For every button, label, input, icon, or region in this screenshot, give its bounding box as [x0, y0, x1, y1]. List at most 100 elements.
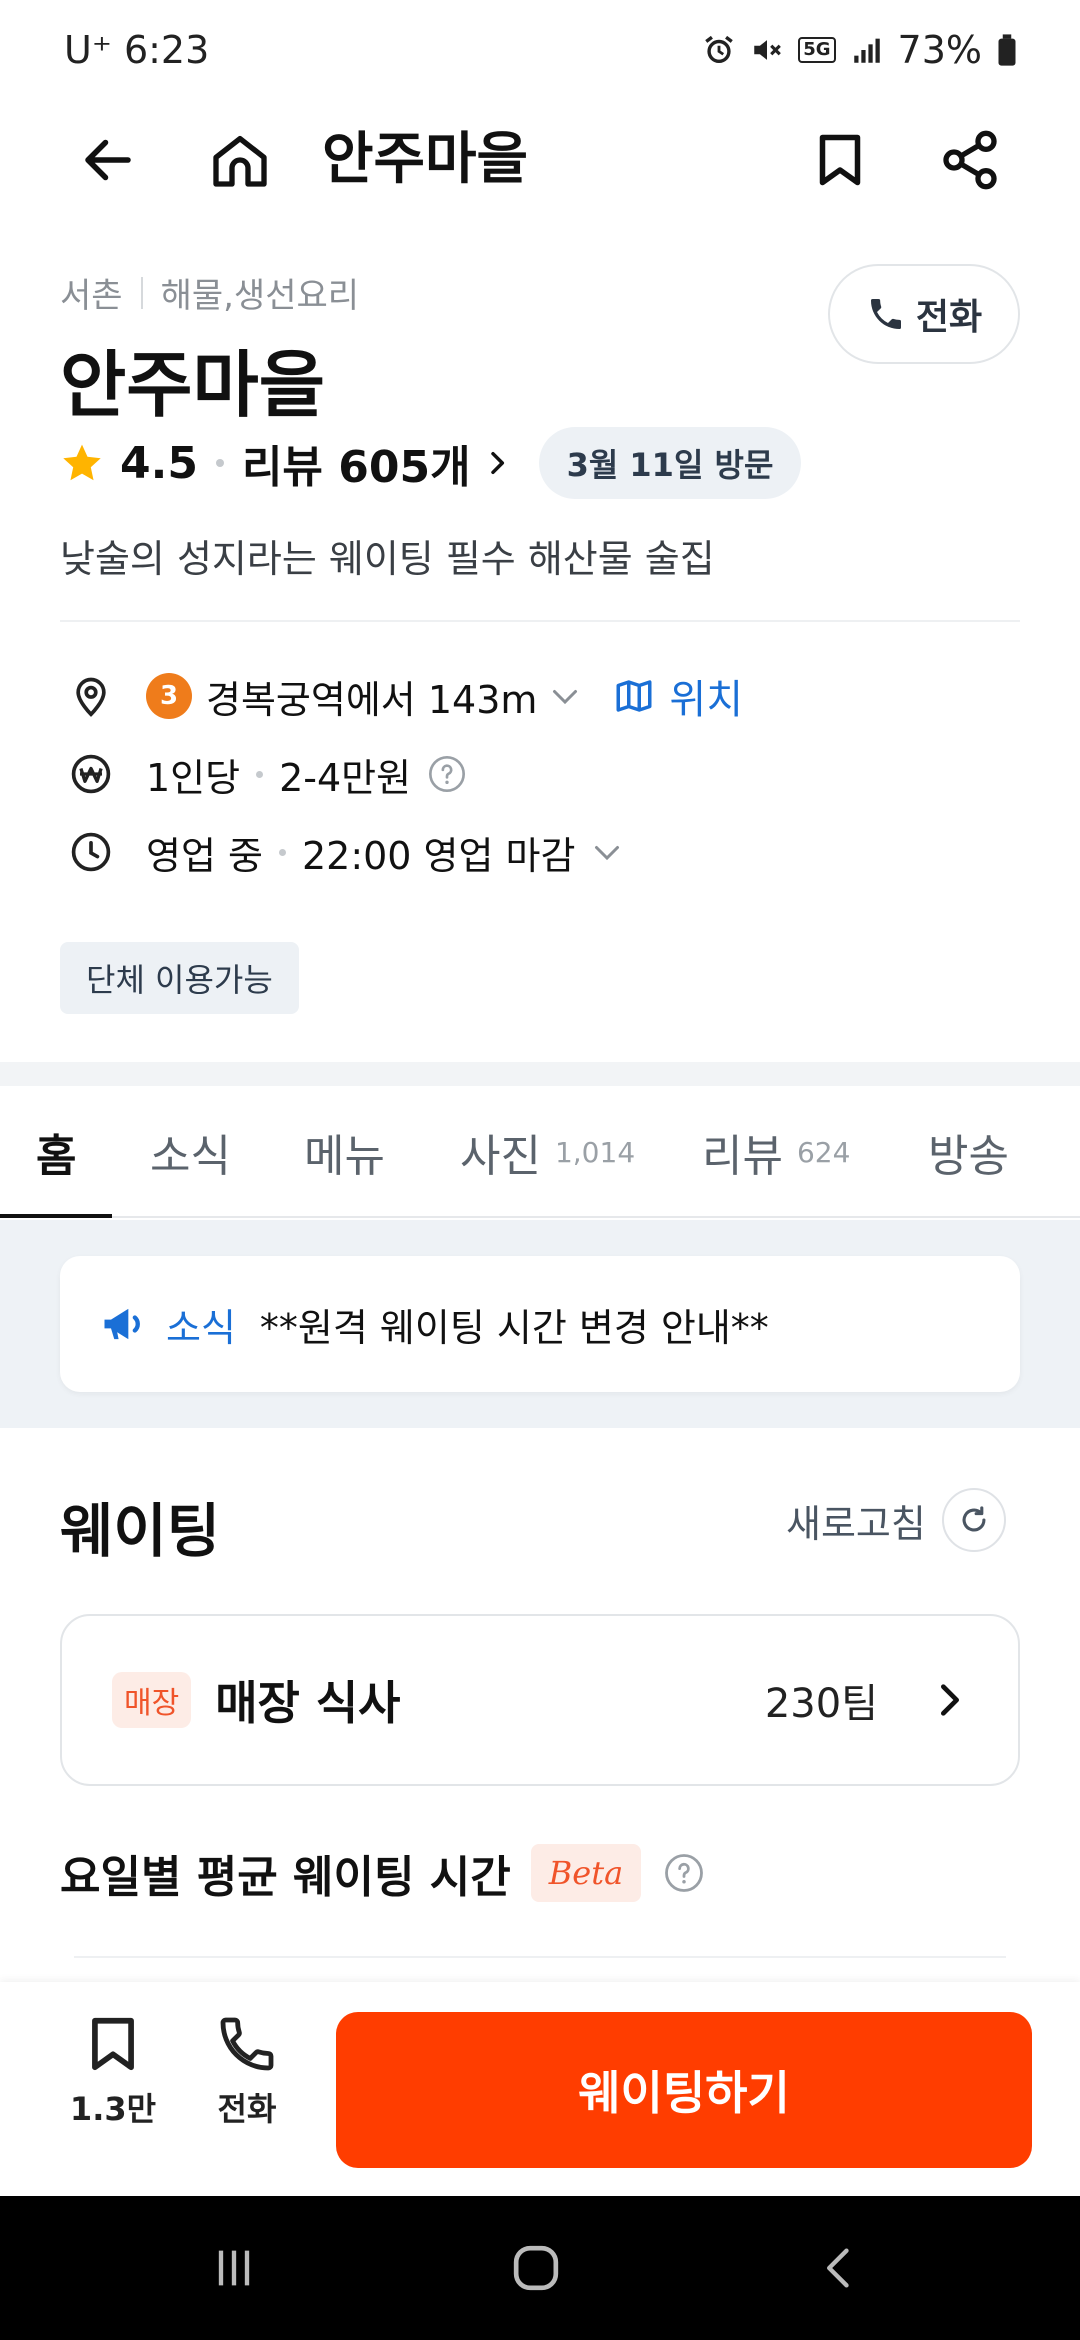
clock-icon	[64, 825, 118, 879]
home-icon	[213, 136, 267, 187]
location-link-label: 위치	[669, 677, 743, 723]
divider	[74, 1956, 1006, 1958]
price-prefix: 1인당	[146, 755, 241, 800]
location-row[interactable]: 3 경복궁역에서 143m 위치	[64, 664, 743, 728]
tab-label: 방송	[928, 1131, 1009, 1182]
bottom-bookmark-button[interactable]: 1.3만	[58, 2010, 168, 2130]
system-nav-bar	[0, 2196, 1080, 2340]
map-pin-icon	[64, 669, 118, 723]
bottom-call-label: 전화	[217, 2090, 277, 2128]
tab-label: 리뷰	[702, 1131, 783, 1182]
beta-badge: Beta	[530, 1844, 642, 1902]
rating-row: 4.5 리뷰 605개 3월 11일 방문	[60, 427, 802, 499]
call-button[interactable]: 전화	[828, 264, 1020, 364]
battery-text: 73%	[897, 28, 982, 72]
section-gap	[0, 1062, 1080, 1086]
recent-apps-icon	[218, 2250, 250, 2286]
waiting-cta-button[interactable]: 웨이팅하기	[336, 2012, 1032, 2168]
bookmark-button[interactable]	[804, 124, 876, 196]
alarm-icon	[702, 33, 736, 67]
status-icons: 5G 73%	[702, 28, 1018, 72]
tab-photos[interactable]: 사진 1,014	[460, 1086, 635, 1218]
home-button[interactable]	[204, 124, 276, 196]
category-label: 해물,생선요리	[160, 276, 360, 316]
refresh-label: 새로고침	[786, 1501, 926, 1546]
tab-reviews[interactable]: 리뷰 624	[702, 1086, 850, 1218]
phone-icon	[220, 2017, 274, 2071]
subway-distance: 경복궁역에서 143m	[206, 677, 538, 722]
share-button[interactable]	[934, 124, 1006, 196]
back-arrow-icon	[85, 139, 131, 181]
bottom-call-button[interactable]: 전화	[192, 2010, 302, 2130]
bottom-action-bar: 1.3만 전화 웨이팅하기	[0, 1982, 1080, 2196]
tab-label: 홈	[36, 1131, 77, 1182]
avg-waiting-row: 요일별 평균 웨이팅 시간 Beta	[60, 1838, 705, 1908]
news-text: **원격 웨이팅 시간 변경 안내**	[259, 1305, 769, 1350]
call-button-label: 전화	[915, 297, 983, 338]
map-icon	[616, 680, 652, 712]
rating-value: 4.5	[120, 437, 198, 489]
group-chip: 단체 이용가능	[60, 942, 299, 1014]
category-separator	[140, 276, 143, 309]
active-tab-indicator	[0, 1214, 112, 1218]
back-nav-icon	[827, 2248, 849, 2288]
page-title: 안주마을	[322, 127, 529, 192]
review-link[interactable]: 리뷰 605개	[242, 431, 513, 495]
phone-icon	[870, 299, 901, 329]
5g-icon: 5G	[798, 37, 836, 63]
back-button[interactable]	[72, 124, 144, 196]
home-nav-button[interactable]	[504, 2236, 568, 2300]
tab-label: 메뉴	[304, 1131, 385, 1182]
bookmark-icon	[819, 134, 861, 186]
visit-badge: 3월 11일 방문	[538, 427, 802, 499]
mute-icon	[750, 33, 784, 67]
open-status: 영업 중	[146, 833, 263, 878]
bookmark-count: 1.3만	[69, 2090, 157, 2128]
status-carrier-time: U⁺ 6:23	[64, 28, 210, 72]
tab-bar: 홈 소식 메뉴 사진 1,014 리뷰 624 방송	[0, 1086, 1080, 1218]
price-dot	[256, 770, 264, 778]
news-card[interactable]: 소식 **원격 웨이팅 시간 변경 안내**	[60, 1256, 1020, 1392]
refresh-button[interactable]: 새로고침	[786, 1488, 1006, 1552]
hours-row[interactable]: 영업 중 22:00 영업 마감	[64, 820, 625, 884]
waiting-option-tag: 매장	[112, 1672, 192, 1728]
price-range: 2-4만원	[279, 755, 412, 800]
tab-broadcast[interactable]: 방송	[928, 1086, 1009, 1218]
avg-waiting-title: 요일별 평균 웨이팅 시간	[60, 1852, 511, 1903]
news-label: 소식	[166, 1305, 236, 1350]
tab-news[interactable]: 소식	[150, 1086, 231, 1218]
chevron-down-icon	[553, 690, 578, 705]
rating-dot	[215, 459, 224, 467]
category-line: 서촌 해물,생선요리	[60, 268, 359, 317]
top-app-bar: 안주마을	[0, 110, 1080, 210]
tab-home[interactable]: 홈	[36, 1086, 76, 1218]
hours-dot	[278, 848, 286, 856]
store-description: 낮술의 성지라는 웨이팅 필수 해산물 술집	[60, 537, 715, 581]
tab-label: 사진	[460, 1131, 541, 1182]
waiting-option-card[interactable]: 매장 매장 식사 230팀	[60, 1614, 1020, 1786]
tab-count: 624	[796, 1135, 851, 1169]
help-icon[interactable]	[427, 754, 467, 794]
star-icon	[63, 444, 101, 481]
location-map-link[interactable]: 위치	[613, 667, 743, 725]
chevron-right-icon	[490, 451, 504, 475]
chevron-down-icon	[595, 846, 620, 861]
megaphone-icon	[104, 1308, 140, 1340]
subway-line-badge: 3	[146, 673, 192, 719]
divider	[60, 620, 1020, 622]
back-nav-button[interactable]	[808, 2236, 872, 2300]
battery-icon	[996, 33, 1018, 67]
bookmark-icon	[92, 2017, 134, 2071]
store-name: 안주마을	[60, 343, 325, 427]
help-icon[interactable]	[663, 1852, 705, 1894]
refresh-icon	[941, 1488, 1006, 1552]
review-count: 리뷰 605개	[241, 442, 471, 493]
closing-time: 22:00 영업 마감	[301, 833, 576, 878]
price-row: 1인당 2-4만원	[64, 742, 467, 806]
signal-icon	[850, 33, 884, 67]
share-icon	[943, 130, 997, 190]
tab-count: 1,014	[554, 1135, 636, 1169]
area-label: 서촌	[60, 276, 123, 316]
tab-menu[interactable]: 메뉴	[304, 1086, 385, 1218]
recent-apps-button[interactable]	[202, 2236, 266, 2300]
